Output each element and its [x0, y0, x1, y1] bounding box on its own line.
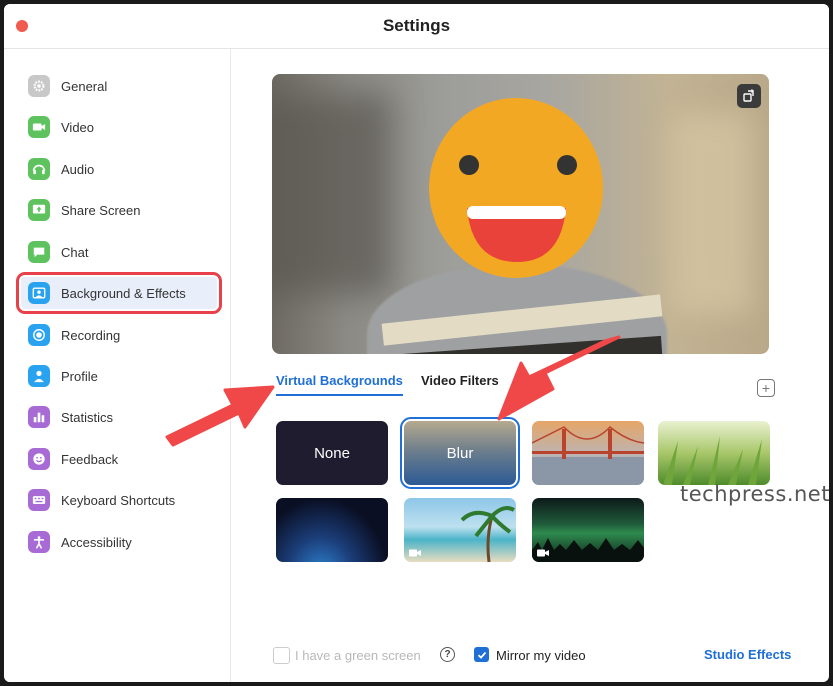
sidebar-item-video[interactable]: Video — [21, 111, 217, 143]
sidebar-item-label: Feedback — [61, 451, 119, 467]
sidebar-item-general[interactable]: General — [21, 70, 217, 102]
sidebar-item-label: Video — [61, 119, 95, 135]
sidebar-item-label: General — [61, 78, 108, 94]
help-icon[interactable]: ? — [440, 647, 455, 662]
preview-background-blur — [672, 114, 752, 314]
background-option-beach[interactable] — [404, 498, 516, 562]
gear-icon — [28, 75, 50, 97]
title-bar: Settings — [4, 4, 829, 49]
sidebar-item-audio[interactable]: Audio — [21, 153, 217, 185]
sidebar-item-share-screen[interactable]: Share Screen — [21, 194, 217, 226]
keyboard-icon — [28, 489, 50, 511]
background-option-none[interactable]: None — [276, 421, 388, 485]
video-camera-icon — [537, 549, 549, 557]
sidebar-item-chat[interactable]: Chat — [21, 236, 217, 268]
window-title: Settings — [382, 16, 451, 35]
background-option-label: None — [314, 444, 350, 462]
sidebar-item-label: Profile — [61, 368, 98, 384]
sidebar-item-keyboard-shortcuts[interactable]: Keyboard Shortcuts — [21, 484, 217, 516]
checkmark-icon — [477, 651, 486, 659]
smile-icon — [28, 448, 50, 470]
studio-effects-link[interactable]: Studio Effects — [704, 647, 791, 662]
sidebar-item-label: Keyboard Shortcuts — [61, 492, 176, 508]
chat-icon — [28, 241, 50, 263]
options-bar: I have a green screen ? Mirror my video … — [231, 647, 829, 671]
sidebar-item-label: Statistics — [61, 409, 114, 425]
tab-virtual-backgrounds[interactable]: Virtual Backgrounds — [276, 373, 403, 396]
share-screen-icon — [28, 199, 50, 221]
add-background-button[interactable]: + — [757, 379, 775, 397]
annotation-arrow-right — [497, 335, 621, 421]
smiley-face-icon — [429, 98, 603, 278]
video-preview — [272, 74, 769, 354]
person-icon — [28, 365, 50, 387]
sidebar-item-accessibility[interactable]: Accessibility — [21, 526, 217, 558]
sidebar-item-background-effects[interactable]: Background & Effects — [16, 272, 222, 314]
background-option-grass[interactable] — [658, 421, 770, 485]
video-icon — [28, 116, 50, 138]
green-screen-checkbox[interactable] — [273, 647, 290, 664]
rotate-icon — [743, 89, 754, 102]
green-screen-label: I have a green screen — [295, 648, 421, 663]
background-option-blur[interactable]: Blur — [400, 417, 520, 489]
grass-image — [663, 436, 762, 485]
sidebar-item-label: Recording — [61, 327, 121, 343]
sidebar-item-label: Audio — [61, 161, 95, 177]
preview-background-blur — [272, 94, 392, 294]
background-option-earth[interactable] — [276, 498, 388, 562]
video-camera-icon — [409, 549, 421, 557]
bridge-image — [532, 425, 644, 485]
plus-icon: + — [761, 380, 771, 396]
background-icon — [28, 282, 50, 304]
accessibility-icon — [28, 531, 50, 553]
settings-window: Settings General Video Audio Share Scree… — [4, 4, 829, 682]
record-icon — [28, 324, 50, 346]
annotation-arrow-left — [165, 385, 275, 447]
background-option-aurora[interactable] — [532, 498, 644, 562]
sidebar-item-label: Chat — [61, 244, 89, 260]
sidebar-item-label: Accessibility — [61, 534, 132, 550]
headphones-icon — [28, 158, 50, 180]
background-option-golden-gate[interactable] — [532, 421, 644, 485]
sidebar-item-recording[interactable]: Recording — [21, 319, 217, 351]
sidebar-item-label: Background & Effects — [61, 285, 186, 301]
mirror-video-label: Mirror my video — [496, 648, 586, 663]
mirror-video-checkbox[interactable] — [474, 647, 489, 662]
watermark-text: techpress.net — [680, 482, 830, 506]
sidebar-item-label: Share Screen — [61, 202, 141, 218]
bar-chart-icon — [28, 406, 50, 428]
background-option-label: Blur — [446, 444, 474, 462]
sidebar: General Video Audio Share Screen Chat Ba… — [4, 49, 231, 682]
rotate-camera-button[interactable] — [737, 84, 761, 108]
